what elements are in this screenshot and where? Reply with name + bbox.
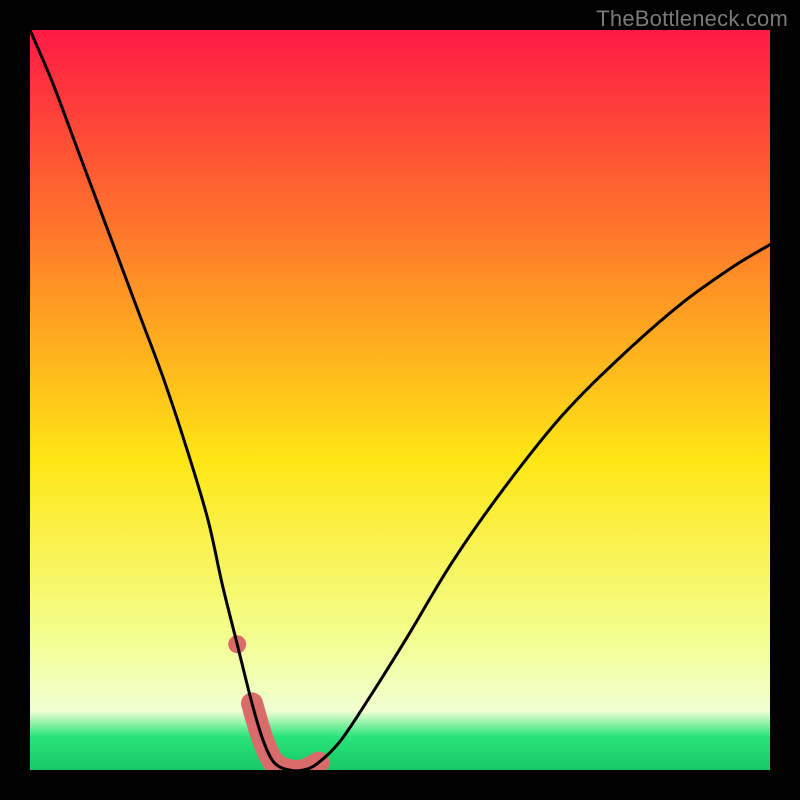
plot-area xyxy=(30,30,770,770)
chart-frame: TheBottleneck.com xyxy=(0,0,800,800)
gradient-background xyxy=(30,30,770,770)
watermark-text: TheBottleneck.com xyxy=(596,6,788,32)
chart-svg xyxy=(30,30,770,770)
